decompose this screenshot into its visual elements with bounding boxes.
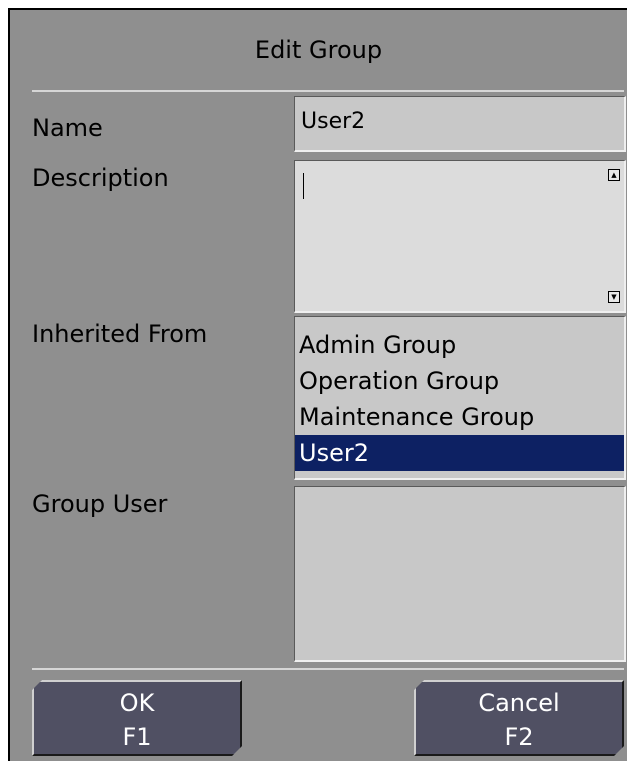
name-field[interactable]: User2 [294, 96, 626, 152]
ok-shortcut: F1 [122, 723, 152, 751]
list-item[interactable]: Admin Group [295, 327, 624, 363]
name-value: User2 [301, 109, 366, 134]
name-label: Name [32, 114, 103, 142]
cancel-label: Cancel [478, 689, 560, 717]
text-caret [303, 173, 304, 199]
list-item[interactable]: Maintenance Group [295, 399, 624, 435]
button-divider [32, 668, 624, 670]
group-user-label: Group User [32, 490, 168, 518]
list-item[interactable]: Operation Group [295, 363, 624, 399]
description-label: Description [32, 164, 169, 192]
edit-group-dialog: Edit Group Name User2 Description ▲ ▼ In… [8, 8, 627, 761]
list-item-selected[interactable]: User2 [295, 435, 624, 471]
ok-button[interactable]: OK F1 [32, 680, 242, 756]
title-divider [32, 90, 624, 92]
cancel-shortcut: F2 [504, 723, 534, 751]
inherited-from-label: Inherited From [32, 320, 208, 348]
description-field[interactable]: ▲ ▼ [294, 160, 626, 313]
ok-label: OK [119, 689, 155, 717]
dialog-title: Edit Group [254, 36, 383, 64]
scroll-up-icon[interactable]: ▲ [608, 169, 620, 181]
scroll-down-icon[interactable]: ▼ [608, 291, 620, 303]
group-user-list[interactable] [294, 486, 626, 662]
cancel-button[interactable]: Cancel F2 [414, 680, 624, 756]
inherited-from-list[interactable]: Admin Group Operation Group Maintenance … [294, 316, 626, 480]
